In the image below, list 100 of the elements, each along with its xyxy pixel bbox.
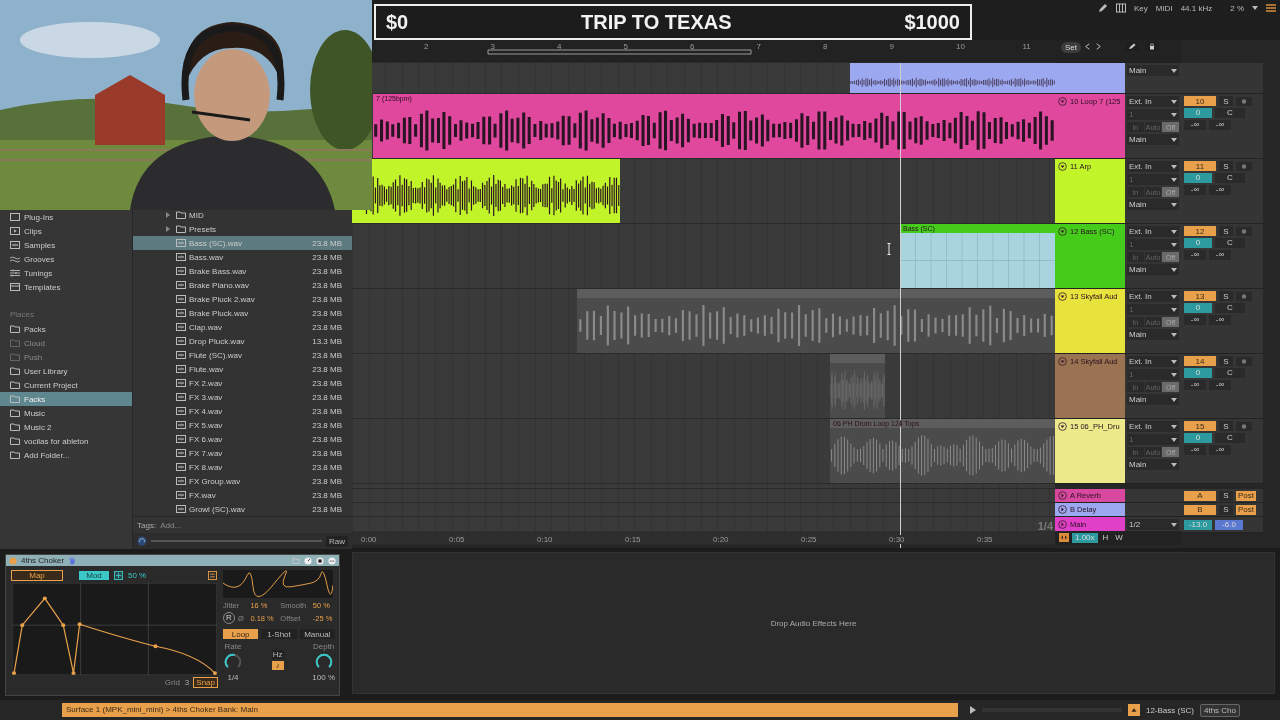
mod-amount[interactable]: 50 %: [128, 571, 147, 580]
browser-category[interactable]: Plug-Ins: [0, 210, 132, 224]
device-tab[interactable]: 4ths Cho: [1199, 703, 1240, 717]
input-dropdown[interactable]: Ext. In: [1127, 161, 1179, 172]
hz-button[interactable]: Hz: [271, 650, 284, 659]
solo-button[interactable]: S: [1219, 291, 1233, 301]
fold-icon[interactable]: [1058, 357, 1067, 366]
file-row[interactable]: Growl (SC).wav 23.8 MB: [133, 502, 352, 516]
input-dropdown[interactable]: Ext. In: [1127, 96, 1179, 107]
fold-icon[interactable]: [1058, 292, 1067, 301]
output-dropdown[interactable]: 1/2: [1127, 519, 1179, 530]
track-number-button[interactable]: 13: [1184, 291, 1216, 301]
fold-icon[interactable]: [1058, 97, 1067, 106]
file-row[interactable]: Brake Pluck.wav 23.8 MB: [133, 306, 352, 320]
file-row[interactable]: Brake Bass.wav 23.8 MB: [133, 264, 352, 278]
solo-button[interactable]: S: [1219, 421, 1233, 431]
post-button[interactable]: Post: [1236, 490, 1256, 501]
fold-icon[interactable]: [1058, 491, 1067, 500]
menu-icon[interactable]: [1266, 3, 1276, 13]
set-button[interactable]: Set: [1061, 42, 1081, 53]
record-button[interactable]: [1236, 226, 1252, 236]
send-button[interactable]: A: [1184, 490, 1216, 501]
file-row[interactable]: Brake Piano.wav 23.8 MB: [133, 278, 352, 292]
record-button[interactable]: [1236, 421, 1252, 431]
track-number-button[interactable]: 15: [1184, 421, 1216, 431]
file-row[interactable]: FX 7.wav 23.8 MB: [133, 446, 352, 460]
fold-icon[interactable]: [1058, 505, 1067, 514]
track-number-button[interactable]: 14: [1184, 356, 1216, 366]
midi-toggle[interactable]: MIDI: [1155, 3, 1173, 13]
output-dropdown[interactable]: Main: [1127, 329, 1179, 340]
fold-icon[interactable]: [1058, 162, 1067, 171]
fold-icon[interactable]: [1058, 520, 1067, 529]
envelope-drawing[interactable]: [12, 583, 217, 675]
track-number-button[interactable]: 10: [1184, 96, 1216, 106]
browser-category[interactable]: Samples: [0, 238, 132, 252]
solo-button[interactable]: S: [1219, 96, 1233, 106]
more-icon[interactable]: [328, 556, 336, 565]
input-dropdown[interactable]: Ext. In: [1127, 226, 1179, 237]
depth-knob[interactable]: [315, 653, 332, 669]
expand-icon[interactable]: [166, 226, 170, 232]
solo-button[interactable]: S: [1219, 161, 1233, 171]
pan-field[interactable]: C: [1215, 238, 1245, 248]
browser-category[interactable]: Tunings: [0, 266, 132, 280]
file-row[interactable]: FX 6.wav 23.8 MB: [133, 432, 352, 446]
save-icon[interactable]: [316, 556, 324, 565]
pan-field[interactable]: C: [1215, 433, 1245, 443]
pan-field[interactable]: C: [1215, 173, 1245, 183]
browser-place[interactable]: Add Folder...: [0, 448, 132, 462]
mode-tab[interactable]: 1-Shot: [261, 629, 297, 639]
browser-place[interactable]: User Library: [0, 364, 132, 378]
browser-place[interactable]: vocilas for ableton: [0, 434, 132, 448]
output-dropdown[interactable]: Main: [1127, 199, 1179, 210]
file-row[interactable]: FX 3.wav 23.8 MB: [133, 390, 352, 404]
menu-icon[interactable]: [208, 571, 217, 580]
file-row[interactable]: Clap.wav 23.8 MB: [133, 320, 352, 334]
audio-clip[interactable]: [830, 354, 885, 418]
output-dropdown[interactable]: Main: [1127, 65, 1179, 76]
solo-button[interactable]: S: [1219, 504, 1233, 515]
track-number-button[interactable]: 11: [1184, 161, 1216, 171]
file-row[interactable]: Brake Pluck 2.wav 23.8 MB: [133, 292, 352, 306]
output-dropdown[interactable]: Main: [1127, 459, 1179, 470]
tags-field[interactable]: Add...: [160, 520, 241, 530]
browser-place[interactable]: Facks: [0, 392, 132, 406]
expand-icon[interactable]: [166, 212, 170, 218]
note-button[interactable]: ♪: [271, 661, 284, 670]
headphones-icon[interactable]: [137, 536, 147, 546]
record-button[interactable]: [1236, 356, 1252, 366]
solo-button[interactable]: S: [1219, 490, 1233, 501]
file-row[interactable]: Flute.wav 23.8 MB: [133, 362, 352, 376]
output-dropdown[interactable]: Main: [1127, 394, 1179, 405]
keyboard-icon[interactable]: [1115, 3, 1126, 13]
browser-place[interactable]: Packs: [0, 322, 132, 336]
browser-category[interactable]: Grooves: [0, 252, 132, 266]
rate-knob[interactable]: [224, 653, 242, 669]
file-row[interactable]: MID: [133, 208, 352, 222]
browser-place[interactable]: Music 2: [0, 420, 132, 434]
file-row[interactable]: FX.wav 23.8 MB: [133, 488, 352, 502]
width-button[interactable]: W: [1113, 533, 1125, 543]
track-number-button[interactable]: 12: [1184, 226, 1216, 236]
height-button[interactable]: H: [1100, 533, 1111, 543]
dial-icon[interactable]: [304, 556, 312, 565]
file-row[interactable]: FX 5.wav 23.8 MB: [133, 418, 352, 432]
record-button[interactable]: [1236, 96, 1252, 106]
pencil-icon[interactable]: [1097, 3, 1108, 13]
post-button[interactable]: Post: [1236, 504, 1256, 515]
file-row[interactable]: FX 2.wav 23.8 MB: [133, 376, 352, 390]
pan-field[interactable]: C: [1215, 303, 1245, 313]
up-arrow-button[interactable]: [1127, 704, 1140, 716]
pan-field[interactable]: C: [1215, 368, 1245, 378]
input-dropdown[interactable]: Ext. In: [1127, 291, 1179, 302]
file-row[interactable]: Flute (SC).wav 23.8 MB: [133, 348, 352, 362]
loop-brace[interactable]: [487, 49, 752, 55]
mod-button[interactable]: Mod: [79, 571, 109, 580]
follow-icon[interactable]: [1059, 533, 1069, 543]
key-toggle[interactable]: Key: [1133, 3, 1148, 13]
mode-tab[interactable]: Manual: [299, 629, 335, 639]
file-row[interactable]: Bass.wav 23.8 MB: [133, 250, 352, 264]
input-dropdown[interactable]: Ext. In: [1127, 421, 1179, 432]
output-dropdown[interactable]: Main: [1127, 134, 1179, 145]
browser-category[interactable]: Templates: [0, 280, 132, 294]
